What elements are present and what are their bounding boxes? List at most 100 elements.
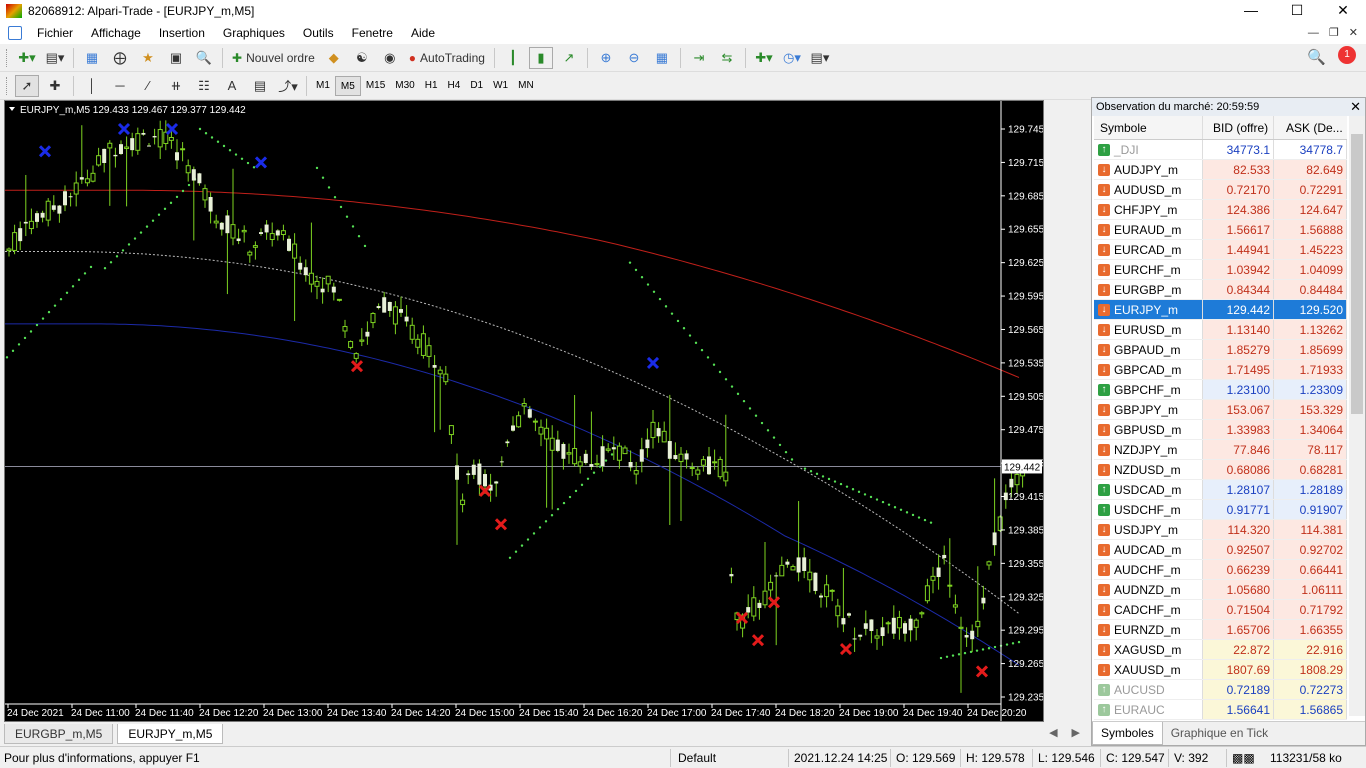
market-watch-row[interactable]: ↓ EURUSD_m 1.13140 1.13262 (1094, 320, 1347, 340)
market-watch-row[interactable]: ↓ AUDUSD_m 0.72170 0.72291 (1094, 180, 1347, 200)
vertical-line-icon[interactable]: │ (80, 75, 104, 97)
market-watch-row[interactable]: ↓ AUDJPY_m 82.533 82.649 (1094, 160, 1347, 180)
cursor-icon[interactable]: ➚ (15, 74, 39, 97)
tester-icon[interactable]: 🔍 (192, 47, 216, 69)
market-watch-row[interactable]: ↓ EURNZD_m 1.65706 1.66355 (1094, 620, 1347, 640)
fibonacci-icon[interactable]: ☷ (192, 75, 216, 97)
tab-scroll-right-icon[interactable]: ▶ (1072, 726, 1080, 739)
market-watch-row[interactable]: ↓ CADCHF_m 0.71504 0.71792 (1094, 600, 1347, 620)
mdi-close-icon[interactable]: ✕ (1349, 22, 1358, 44)
notification-badge[interactable]: 1 (1338, 46, 1356, 64)
scrollbar-thumb[interactable] (1351, 134, 1363, 414)
column-header-symbol[interactable]: Symbole (1094, 116, 1203, 139)
market-watch-row[interactable]: ↓ EURJPY_m 129.442 129.520 (1094, 300, 1347, 320)
new-order-button[interactable]: ✚ Nouvel ordre (229, 47, 318, 69)
timeframe-m5[interactable]: M5 (334, 75, 361, 96)
candlestick-chart-icon[interactable]: ▮ (528, 46, 553, 69)
maximize-button[interactable]: ☐ (1274, 0, 1320, 22)
market-icon[interactable]: ◉ (378, 47, 402, 69)
timeframe-h4[interactable]: H4 (443, 76, 466, 96)
chart-tab-eurjpy[interactable]: EURJPY_m,M5 (117, 724, 224, 744)
market-watch-row[interactable]: ↓ GBPAUD_m 1.85279 1.85699 (1094, 340, 1347, 360)
close-icon[interactable]: ✕ (1350, 98, 1361, 116)
market-watch-row[interactable]: ↓ AUDCHF_m 0.66239 0.66441 (1094, 560, 1347, 580)
market-watch-row[interactable]: ↓ EURAUD_m 1.56617 1.56888 (1094, 220, 1347, 240)
market-watch-row[interactable]: ↓ USDJPY_m 114.320 114.381 (1094, 520, 1347, 540)
market-watch-row[interactable]: ↓ CHFJPY_m 124.386 124.647 (1094, 200, 1347, 220)
timeframe-m1[interactable]: M1 (311, 76, 335, 96)
timeframe-m30[interactable]: M30 (390, 76, 419, 96)
market-watch-row[interactable]: ↓ AUDCAD_m 0.92507 0.92702 (1094, 540, 1347, 560)
market-watch-row[interactable]: ↑ _DJI 34773.1 34778.7 (1094, 140, 1347, 160)
periods-icon[interactable]: ◷▾ (780, 47, 804, 69)
chart-collapse-icon[interactable] (9, 107, 15, 111)
mdi-minimize-icon[interactable]: — (1308, 22, 1319, 44)
price-chart[interactable]: 129.745 129.715 129.685 129.655 129.625 129.5… (5, 101, 1043, 721)
line-chart-icon[interactable]: ↗ (557, 47, 581, 69)
market-watch-row[interactable]: ↑ AUCUSD 0.72189 0.72273 (1094, 680, 1347, 700)
mdi-restore-icon[interactable]: ❐ (1329, 22, 1339, 44)
market-watch-row[interactable]: ↓ XAGUSD_m 22.872 22.916 (1094, 640, 1347, 660)
new-chart-icon[interactable]: ✚▾ (15, 47, 39, 69)
data-window-icon[interactable]: ⨁ (108, 47, 132, 69)
menu-fenetre[interactable]: Fenetre (343, 22, 402, 44)
market-watch-row[interactable]: ↓ GBPCAD_m 1.71495 1.71933 (1094, 360, 1347, 380)
market-watch-row[interactable]: ↑ GBPCHF_m 1.23100 1.23309 (1094, 380, 1347, 400)
horizontal-line-icon[interactable]: ─ (108, 75, 132, 97)
navigator-icon[interactable]: ★ (136, 47, 160, 69)
market-watch-row[interactable]: ↓ GBPJPY_m 153.067 153.329 (1094, 400, 1347, 420)
menu-graphiques[interactable]: Graphiques (214, 22, 294, 44)
menu-aide[interactable]: Aide (402, 22, 444, 44)
arrows-icon[interactable]: ⤴▾ (276, 75, 300, 97)
chart-window[interactable]: 129.745 129.715 129.685 129.655 129.625 129.5… (4, 100, 1044, 722)
chart-shift-icon[interactable]: ⇥ (687, 47, 711, 69)
tab-tick-chart[interactable]: Graphique en Tick (1163, 722, 1276, 745)
column-header-ask[interactable]: ASK (De... (1274, 116, 1347, 139)
metaeditor-icon[interactable]: ◆ (322, 47, 346, 69)
document-icon[interactable] (8, 26, 22, 40)
timeframe-w1[interactable]: W1 (488, 76, 513, 96)
timeframe-m15[interactable]: M15 (361, 76, 390, 96)
autotrading-button[interactable]: ● AutoTrading (406, 47, 488, 69)
market-watch-row[interactable]: ↓ AUDNZD_m 1.05680 1.06111 (1094, 580, 1347, 600)
tile-windows-icon[interactable]: ▦ (650, 47, 674, 69)
equidistant-channel-icon[interactable]: ⧺ (164, 75, 188, 97)
profiles-icon[interactable]: ▤▾ (43, 47, 67, 69)
terminal-icon[interactable]: ▣ (164, 47, 188, 69)
market-watch-row[interactable]: ↑ EURAUC 1.56641 1.56865 (1094, 700, 1347, 720)
minimize-button[interactable]: — (1228, 0, 1274, 22)
zoom-in-icon[interactable]: ⊕ (594, 47, 618, 69)
auto-scroll-icon[interactable]: ⇆ (715, 47, 739, 69)
market-watch-row[interactable]: ↑ USDCAD_m 1.28107 1.28189 (1094, 480, 1347, 500)
chart-tab-eurgbp[interactable]: EURGBP_m,M5 (4, 724, 114, 744)
tab-scroll-left-icon[interactable]: ◀ (1049, 726, 1057, 739)
search-icon[interactable]: 🔍 (1307, 48, 1326, 66)
trendline-icon[interactable]: ∕ (136, 75, 160, 97)
market-watch-row[interactable]: ↑ USDCHF_m 0.91771 0.91907 (1094, 500, 1347, 520)
menu-affichage[interactable]: Affichage (82, 22, 150, 44)
market-watch-row[interactable]: ↓ NZDUSD_m 0.68086 0.68281 (1094, 460, 1347, 480)
market-watch-row[interactable]: ↓ EURCAD_m 1.44941 1.45223 (1094, 240, 1347, 260)
text-label-icon[interactable]: ▤ (248, 75, 272, 97)
indicators-icon[interactable]: ✚▾ (752, 47, 776, 69)
timeframe-h1[interactable]: H1 (420, 76, 443, 96)
market-watch-row[interactable]: ↓ EURCHF_m 1.03942 1.04099 (1094, 260, 1347, 280)
market-watch-scrollbar[interactable] (1349, 116, 1365, 716)
bar-chart-icon[interactable]: ┃ (501, 47, 525, 69)
menu-outils[interactable]: Outils (294, 22, 343, 44)
signals-icon[interactable]: ☯ (350, 47, 374, 69)
column-header-bid[interactable]: BID (offre) (1203, 116, 1274, 139)
crosshair-icon[interactable]: ✚ (43, 75, 67, 97)
menu-insertion[interactable]: Insertion (150, 22, 214, 44)
market-watch-row[interactable]: ↓ NZDJPY_m 77.846 78.117 (1094, 440, 1347, 460)
timeframe-mn[interactable]: MN (513, 76, 539, 96)
market-watch-row[interactable]: ↓ XAUUSD_m 1807.69 1808.29 (1094, 660, 1347, 680)
market-watch-row[interactable]: ↓ GBPUSD_m 1.33983 1.34064 (1094, 420, 1347, 440)
zoom-out-icon[interactable]: ⊖ (622, 47, 646, 69)
text-icon[interactable]: A (220, 75, 244, 97)
menu-fichier[interactable]: Fichier (28, 22, 82, 44)
templates-icon[interactable]: ▤▾ (808, 47, 832, 69)
tab-symboles[interactable]: Symboles (1092, 722, 1163, 745)
close-button[interactable]: ✕ (1320, 0, 1366, 22)
market-watch-row[interactable]: ↓ EURGBP_m 0.84344 0.84484 (1094, 280, 1347, 300)
